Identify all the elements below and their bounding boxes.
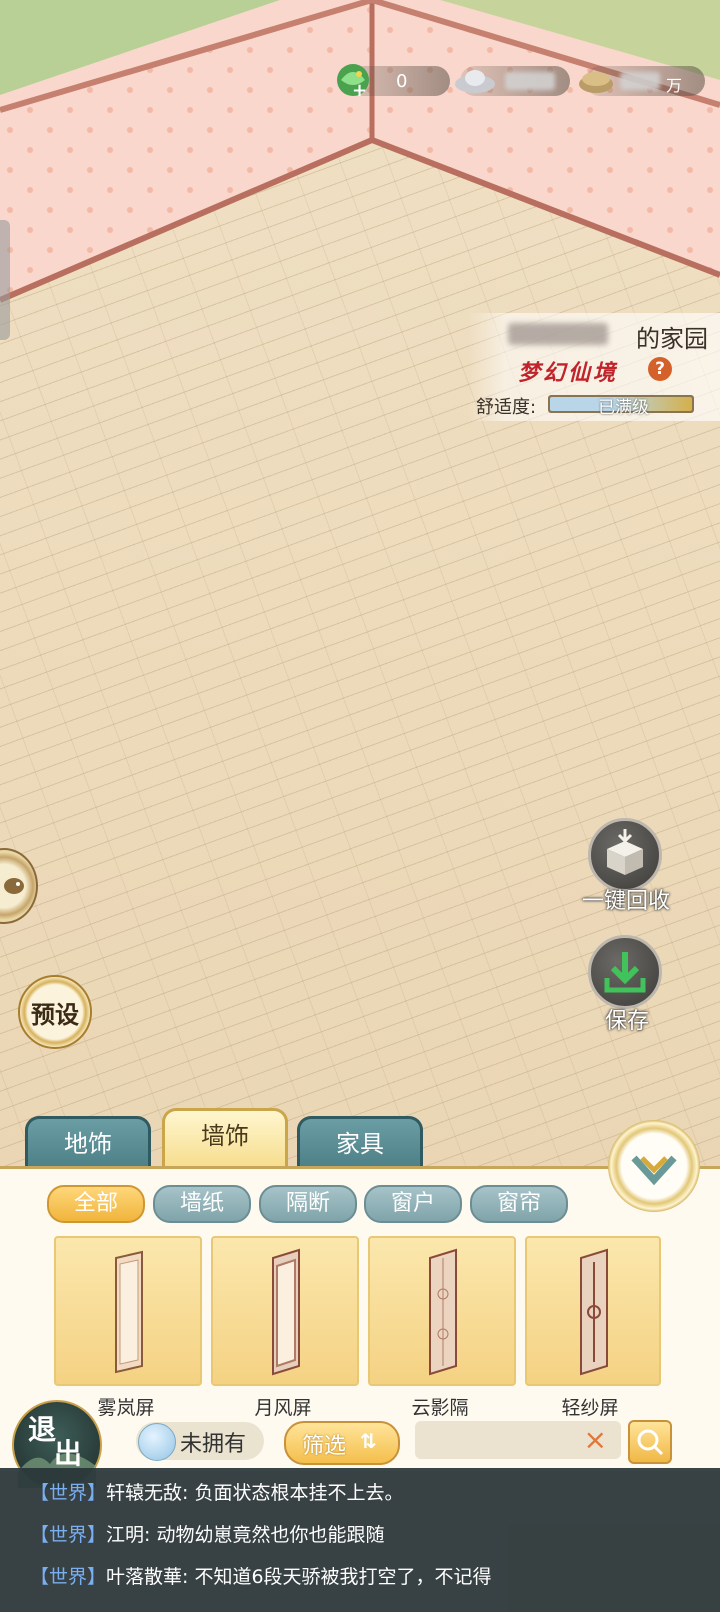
filter-button[interactable]: 筛选 ⇅ bbox=[284, 1421, 400, 1465]
chat-channel: 【世界】 bbox=[30, 1566, 107, 1588]
preset-button[interactable]: 预设 bbox=[18, 975, 92, 1049]
item-card[interactable] bbox=[525, 1236, 661, 1386]
subtab-curtain-label: 窗帘 bbox=[496, 1191, 541, 1216]
search-input[interactable]: × bbox=[415, 1421, 621, 1459]
coins-suffix: 万 bbox=[666, 76, 683, 95]
chevron-down-icon bbox=[631, 1155, 677, 1186]
exit-label-1: 退 bbox=[28, 1413, 57, 1446]
subtab-wallpaper[interactable]: 墙纸 bbox=[153, 1185, 251, 1223]
subtab-curtain[interactable]: 窗帘 bbox=[470, 1185, 568, 1223]
search-icon bbox=[637, 1429, 664, 1456]
chat-message: 【世界】叶落散華: 不知道6段天骄被我打空了，不记得 bbox=[30, 1562, 492, 1589]
tab-wall-decor-label: 墙饰 bbox=[201, 1122, 249, 1150]
chat-sender[interactable]: 轩辕无敌 bbox=[106, 1482, 182, 1504]
tab-wall-decor[interactable]: 墙饰 bbox=[162, 1108, 288, 1169]
chat-text: : 不知道6段天骄被我打空了，不记得 bbox=[182, 1566, 492, 1588]
chat-channel: 【世界】 bbox=[30, 1482, 107, 1504]
exit-label-2: 出 bbox=[54, 1437, 83, 1470]
chat-message: 【世界】轩辕无敌: 负面状态根本挂不上去。 bbox=[30, 1478, 403, 1505]
box-recycle-icon bbox=[607, 829, 643, 875]
item-name: 月风屏 bbox=[254, 1397, 312, 1419]
chat-channel: 【世界】 bbox=[30, 1524, 107, 1546]
not-owned-label: 未拥有 bbox=[180, 1432, 247, 1457]
tab-floor-decor[interactable]: 地饰 bbox=[25, 1116, 151, 1169]
silver-ingot-icon bbox=[455, 70, 495, 93]
clear-icon[interactable]: × bbox=[584, 1423, 607, 1456]
collapse-panel-button[interactable] bbox=[608, 1120, 700, 1212]
save-circle bbox=[588, 935, 662, 1009]
filter-label: 筛选 bbox=[302, 1434, 347, 1459]
tab-furniture-label: 家具 bbox=[336, 1130, 384, 1158]
subtab-all-label: 全部 bbox=[73, 1191, 118, 1216]
download-save-icon bbox=[604, 952, 646, 993]
home-info-panel: 的家园 梦幻仙境 ? 舒适度: 已满级 bbox=[468, 313, 720, 421]
sort-arrows-icon: ⇅ bbox=[360, 1429, 377, 1453]
left-side-tab-button[interactable] bbox=[0, 848, 38, 924]
screen-item-icon bbox=[115, 1250, 143, 1374]
subtab-window-label: 窗户 bbox=[390, 1191, 435, 1216]
search-button[interactable] bbox=[628, 1420, 672, 1464]
tab-furniture[interactable]: 家具 bbox=[297, 1116, 423, 1169]
home-owner-title: 的家园 bbox=[636, 325, 708, 353]
comfort-status: 已满级 bbox=[598, 398, 649, 418]
chat-sender[interactable]: 叶落散華 bbox=[106, 1566, 182, 1588]
recycle-label: 一键回收 bbox=[582, 889, 671, 914]
world-chat[interactable]: 【世界】轩辕无敌: 负面状态根本挂不上去。 【世界】江明: 动物幼崽竟然也你也能… bbox=[0, 1468, 720, 1612]
help-icon[interactable]: ? bbox=[648, 357, 672, 381]
chat-text: : 负面状态根本挂不上去。 bbox=[182, 1482, 404, 1504]
item-card[interactable] bbox=[368, 1236, 516, 1386]
subtab-wallpaper-label: 墙纸 bbox=[179, 1191, 224, 1216]
item-card[interactable] bbox=[211, 1236, 359, 1386]
item-card[interactable] bbox=[54, 1236, 202, 1386]
subtab-partition-label: 隔断 bbox=[285, 1191, 330, 1216]
bird-icon bbox=[4, 878, 24, 894]
item-name: 轻纱屏 bbox=[561, 1397, 619, 1419]
preset-label: 预设 bbox=[31, 1001, 79, 1029]
partition-item-icon bbox=[429, 1248, 457, 1376]
comfort-bar: 已满级 bbox=[548, 395, 694, 418]
screen-item-icon bbox=[580, 1248, 608, 1376]
tab-floor-decor-label: 地饰 bbox=[64, 1130, 112, 1158]
home-level-name: 梦幻仙境 bbox=[518, 360, 619, 386]
subtab-partition[interactable]: 隔断 bbox=[259, 1185, 357, 1223]
add-jade-icon[interactable]: + bbox=[352, 80, 367, 101]
subtab-all[interactable]: 全部 bbox=[47, 1185, 145, 1223]
coins-amount-blurred bbox=[620, 72, 660, 90]
item-name: 云影隔 bbox=[411, 1397, 469, 1419]
recycle-circle bbox=[588, 818, 662, 892]
save-label: 保存 bbox=[605, 1009, 650, 1034]
toggle-dot-icon bbox=[138, 1423, 176, 1461]
chat-text: : 动物幼崽竟然也你也能跟随 bbox=[144, 1524, 385, 1546]
subtab-window[interactable]: 窗户 bbox=[364, 1185, 462, 1223]
jade-amount: 0 bbox=[396, 71, 408, 92]
chat-message: 【世界】江明: 动物幼崽竟然也你也能跟随 bbox=[30, 1520, 384, 1547]
owner-name-blurred bbox=[508, 323, 608, 345]
comfort-label: 舒适度: bbox=[476, 397, 537, 418]
silver-amount-blurred bbox=[505, 72, 555, 90]
copper-coins-icon bbox=[579, 72, 613, 93]
not-owned-toggle[interactable]: 未拥有 bbox=[136, 1422, 264, 1461]
chat-sender[interactable]: 江明 bbox=[106, 1524, 144, 1546]
screen-item-icon bbox=[272, 1248, 300, 1376]
